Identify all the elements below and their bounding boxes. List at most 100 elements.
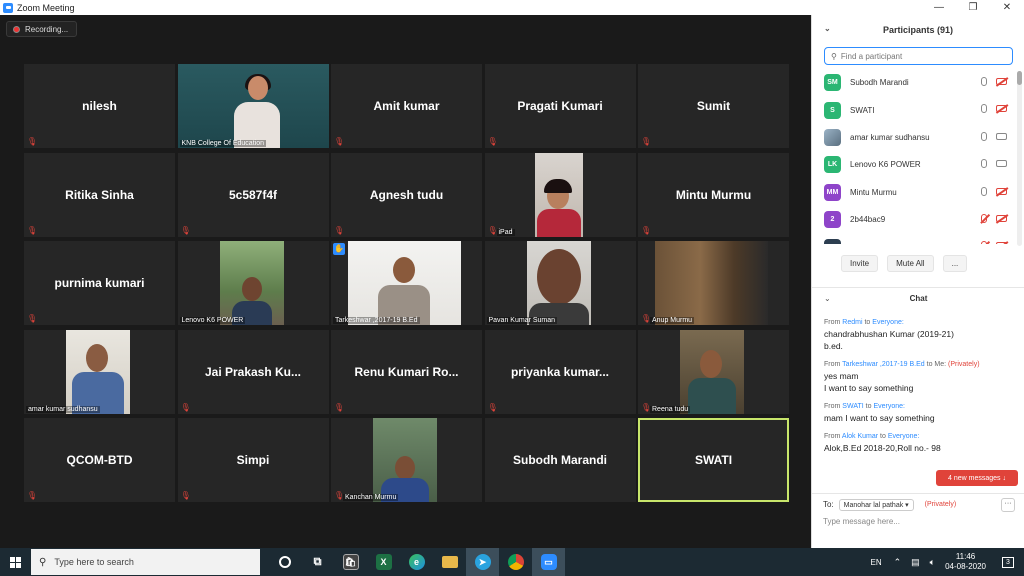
chat-more-button[interactable]: ··· xyxy=(1001,498,1015,512)
task-view-icon[interactable]: ⧉ xyxy=(301,548,334,576)
minimize-button[interactable]: — xyxy=(922,0,956,15)
language-indicator[interactable]: EN xyxy=(870,558,881,567)
recording-indicator[interactable]: Recording... xyxy=(6,21,78,37)
zoom-taskbar-icon[interactable]: ▭ xyxy=(532,548,565,576)
video-tile[interactable]: amar kumar sudhansu xyxy=(24,329,175,414)
notification-icon[interactable]: 3 xyxy=(998,552,1018,572)
video-tile[interactable]: nilesh 🎙︎ xyxy=(24,64,175,148)
cortana-icon[interactable] xyxy=(268,548,301,576)
recipient-select[interactable]: Manohar lal pathak ▾ xyxy=(838,498,914,511)
close-button[interactable]: ✕ xyxy=(990,0,1024,15)
video-tile[interactable]: Mintu Murmu 🎙︎ xyxy=(638,152,789,237)
video-tile[interactable]: QCOM-BTD 🎙︎ xyxy=(24,418,175,502)
file-explorer-icon[interactable] xyxy=(433,548,466,576)
message-recipient[interactable]: Everyone: xyxy=(873,403,905,410)
video-off-icon[interactable] xyxy=(996,242,1007,244)
video-tile[interactable]: Renu Kumari Ro... 🎙︎ xyxy=(331,329,482,414)
video-tile[interactable]: Agnesh tudu 🎙︎ xyxy=(331,152,482,237)
mic-icon[interactable] xyxy=(981,186,987,196)
muted-mic-icon: 🎙︎ xyxy=(487,402,498,412)
mic-muted-icon[interactable] xyxy=(981,213,987,223)
video-tile[interactable]: Ritika Sinha 🎙︎ xyxy=(24,152,175,237)
muted-mic-icon: 🎙︎ xyxy=(27,491,38,500)
video-icon[interactable] xyxy=(996,160,1007,168)
message-sender[interactable]: SWATI xyxy=(842,403,863,410)
video-tile[interactable]: 5c587f4f 🎙︎ xyxy=(177,152,329,237)
more-button[interactable]: ... xyxy=(942,255,968,272)
video-tile[interactable]: purnima kumari 🎙︎ xyxy=(24,241,175,325)
excel-icon[interactable]: X xyxy=(367,548,400,576)
video-tile[interactable]: priyanka kumar... 🎙︎ xyxy=(484,329,636,414)
chevron-down-icon[interactable]: ⌄ xyxy=(824,24,831,33)
participant-scrollbar[interactable] xyxy=(1017,71,1022,246)
video-tile[interactable]: Pragati Kumari 🎙︎ xyxy=(484,64,636,148)
participant-row[interactable]: LK Lenovo K6 POWER xyxy=(812,151,1024,178)
video-icon[interactable] xyxy=(996,132,1007,140)
video-tile[interactable]: Simpi 🎙︎ xyxy=(177,418,329,502)
participant-row[interactable]: amar kumar sudhansu xyxy=(812,124,1024,151)
clock[interactable]: 11:46 04-08-2020 xyxy=(945,552,986,572)
participant-name: Subodh Marandi xyxy=(513,453,607,467)
message-sender[interactable]: Alok Kumar xyxy=(842,433,878,440)
participant-search-input[interactable] xyxy=(840,51,1001,61)
invite-button[interactable]: Invite xyxy=(841,255,879,272)
telegram-icon[interactable]: ➤ xyxy=(466,548,499,576)
video-tile[interactable]: Subodh Marandi xyxy=(484,418,636,502)
video-off-icon[interactable] xyxy=(996,78,1007,85)
video-off-icon[interactable] xyxy=(996,214,1007,222)
store-icon[interactable]: 🛍︎ xyxy=(334,548,367,576)
video-tile-active-speaker[interactable]: SWATI xyxy=(638,418,789,502)
video-tile[interactable]: Sumit 🎙︎ xyxy=(638,64,789,148)
participant-row[interactable]: MM Mintu Murmu xyxy=(812,179,1024,206)
video-tile[interactable]: Jai Prakash Ku... 🎙︎ xyxy=(177,329,329,414)
mute-all-button[interactable]: Mute All xyxy=(887,255,934,272)
message-recipient[interactable]: Everyone: xyxy=(888,433,920,440)
chrome-icon[interactable] xyxy=(499,548,532,576)
taskbar-search[interactable]: ⚲ xyxy=(31,549,260,575)
volume-icon[interactable]: 🔈︎ xyxy=(930,557,935,568)
mic-icon[interactable] xyxy=(981,77,987,86)
message-sender[interactable]: Tarkeshwar ,2017-19 B.Ed xyxy=(842,361,925,368)
chevron-down-icon[interactable]: ⌄ xyxy=(824,294,831,303)
chat-message-input[interactable] xyxy=(823,517,1013,526)
participant-row[interactable]: 2 2b44bac9 xyxy=(812,206,1024,233)
video-tile[interactable]: ✋ Tarkeshwar ,2017-19 B.Ed xyxy=(331,241,482,325)
edge-icon[interactable]: e xyxy=(400,548,433,576)
participant-row-name: 2b44bac9 xyxy=(850,215,886,225)
video-tile[interactable]: Pavan Kumar Suman xyxy=(484,241,636,325)
start-button[interactable] xyxy=(0,548,31,576)
avatar: 2 xyxy=(824,211,841,229)
participant-row[interactable]: 5 5c587f4f xyxy=(812,233,1024,244)
participant-row[interactable]: SM Subodh Marandi xyxy=(812,69,1024,96)
video-off-icon[interactable] xyxy=(996,187,1007,195)
chat-message: From Redmi to Everyone: chandrabhushan K… xyxy=(824,319,1019,352)
muted-mic-icon: 🎙︎ xyxy=(334,137,345,146)
maximize-button[interactable]: ❐ xyxy=(956,0,990,15)
participant-name: QCOM-BTD xyxy=(66,453,133,467)
video-off-icon[interactable] xyxy=(996,105,1007,113)
network-icon[interactable]: ▤ xyxy=(911,557,920,568)
participant-row[interactable]: S SWATI xyxy=(812,96,1024,123)
video-tile[interactable]: 🎙︎ Reena tudu xyxy=(638,329,789,414)
message-sender[interactable]: Redmi xyxy=(842,319,862,326)
participant-search-box[interactable]: ⚲ xyxy=(824,47,1013,65)
participant-caption: Anup Murmu xyxy=(650,317,695,324)
video-tile[interactable]: KNB College Of Education xyxy=(177,64,329,148)
mic-icon[interactable] xyxy=(981,104,987,114)
mic-muted-icon[interactable] xyxy=(981,241,987,244)
video-tile[interactable]: 🎙︎ Anup Murmu xyxy=(638,241,789,325)
mic-icon[interactable] xyxy=(981,159,987,169)
chevron-up-icon[interactable]: ⌃ xyxy=(894,557,902,568)
video-tile[interactable]: 🎙︎ iPad xyxy=(484,152,636,237)
message-recipient[interactable]: Everyone: xyxy=(872,319,904,326)
video-tile[interactable]: Amit kumar 🎙︎ xyxy=(331,64,482,148)
mic-icon[interactable] xyxy=(981,131,987,141)
message-text: yes mam xyxy=(824,371,859,381)
taskbar-search-input[interactable] xyxy=(54,557,235,567)
avatar: 5 xyxy=(824,238,841,244)
new-messages-button[interactable]: 4 new messages ↓ xyxy=(936,470,1018,486)
video-tile[interactable]: Lenovo K6 POWER xyxy=(177,241,329,325)
video-tile[interactable]: 🎙︎ Kanchan Murmu xyxy=(331,418,482,502)
participant-caption: Pavan Kumar Suman xyxy=(486,317,558,324)
participant-caption: Kanchan Murmu xyxy=(343,494,399,501)
